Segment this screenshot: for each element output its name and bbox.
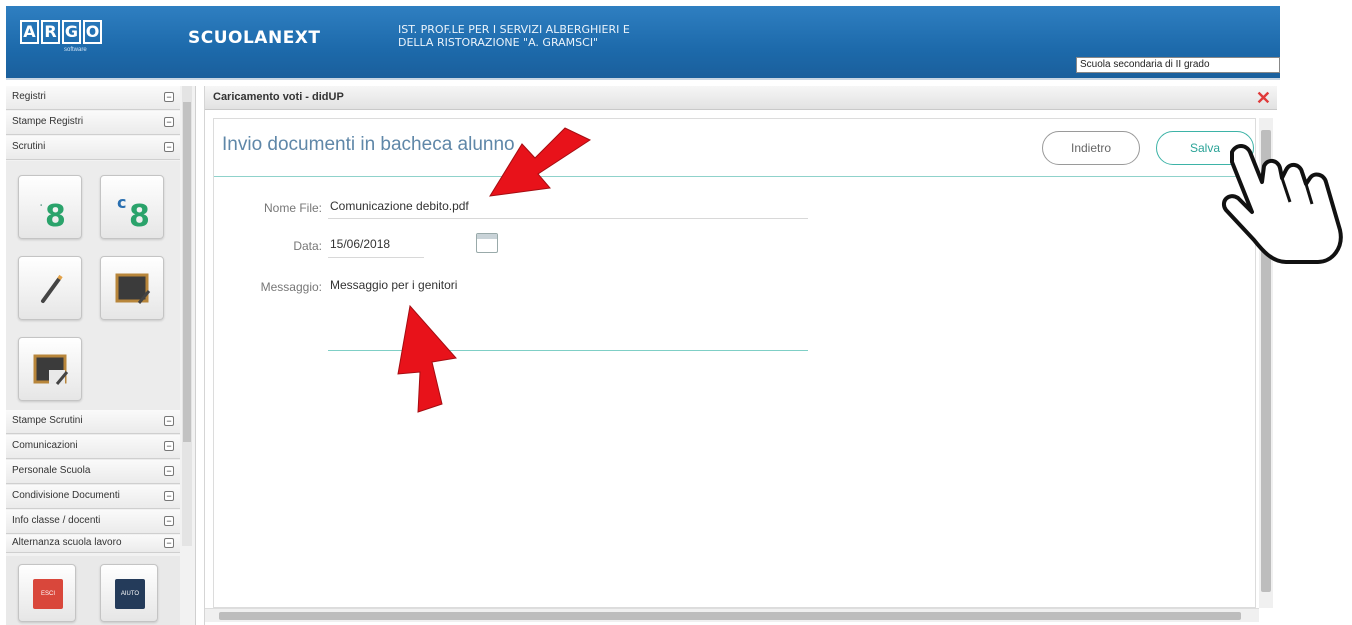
collapse-icon[interactable]: − — [164, 92, 174, 102]
collapse-icon[interactable]: − — [164, 416, 174, 426]
panel-title-bar: Caricamento voti - didUP ✕ — [205, 86, 1277, 110]
logo-subtitle: software — [64, 47, 87, 53]
sidebar-item-label: Stampe Registri — [12, 116, 84, 127]
svg-text:c: c — [117, 193, 126, 212]
panel-title: Caricamento voti - didUP — [213, 91, 344, 103]
logo-letter: R — [41, 20, 60, 44]
sidebar-item-label: Scrutini — [12, 141, 46, 152]
app-window: A R G O software SCUOLANEXT IST. PROF.LE… — [0, 0, 1352, 625]
tabellone-tile[interactable] — [100, 256, 164, 320]
sidebar-item-label: Info classe / docenti — [12, 515, 101, 526]
sidebar-item-stampe-registri[interactable]: Stampe Registri − — [6, 111, 180, 135]
school-name: IST. PROF.LE PER I SERVIZI ALBERGHIERI E… — [398, 23, 630, 49]
board-edit-icon — [33, 354, 69, 385]
document-form: Invio documenti in bacheca alunno Indiet… — [213, 118, 1256, 608]
scrollbar-thumb[interactable] — [219, 612, 1241, 620]
collapse-icon[interactable]: − — [164, 491, 174, 501]
board-edit-icon — [115, 273, 151, 304]
sidebar: Registri − Stampe Registri − Scrutini − … — [6, 86, 196, 625]
exit-icon: ESCI — [33, 579, 63, 609]
svg-text:.: . — [39, 194, 43, 210]
calendar-icon[interactable] — [476, 233, 498, 253]
voti-finali-tile[interactable]: c 8 — [100, 175, 164, 239]
sidebar-item-info-classe[interactable]: Info classe / docenti − — [6, 510, 180, 534]
sidebar-item-stampe-scrutini[interactable]: Stampe Scrutini − — [6, 410, 180, 434]
school-name-line1: IST. PROF.LE PER I SERVIZI ALBERGHIERI E — [398, 23, 630, 36]
tile-digit: 8 — [45, 199, 66, 234]
sidebar-item-registri[interactable]: Registri − — [6, 86, 180, 110]
date-label: Data: — [293, 239, 322, 253]
school-name-line2: DELLA RISTORAZIONE "A. GRAMSCI" — [398, 36, 599, 49]
esci-button[interactable]: ESCI — [18, 564, 76, 622]
sidebar-item-label: Condivisione Documenti — [12, 490, 120, 501]
content-vertical-scrollbar[interactable] — [1259, 118, 1273, 608]
message-underline — [328, 350, 808, 351]
scrollbar-thumb[interactable] — [183, 102, 191, 442]
pencil-icon — [41, 274, 63, 303]
collapse-icon[interactable]: − — [164, 466, 174, 476]
top-header: A R G O software SCUOLANEXT IST. PROF.LE… — [6, 6, 1280, 80]
collapse-icon[interactable]: − — [164, 516, 174, 526]
message-label: Messaggio: — [260, 280, 322, 294]
aiuto-button[interactable]: AIUTO — [100, 564, 158, 622]
sidebar-item-comunicazioni[interactable]: Comunicazioni − — [6, 435, 180, 459]
sidebar-item-condivisione-documenti[interactable]: Condivisione Documenti − — [6, 485, 180, 509]
date-field[interactable]: 15/06/2018 — [330, 237, 390, 251]
sidebar-item-label: Registri — [12, 91, 46, 102]
collapse-icon[interactable]: − — [164, 142, 174, 152]
filename-underline — [328, 218, 808, 219]
sidebar-bottom-icons: ESCI AIUTO — [6, 556, 180, 625]
sidebar-item-personale-scuola[interactable]: Personale Scuola − — [6, 460, 180, 484]
sidebar-scrollbar[interactable] — [182, 86, 192, 546]
logo-letter: G — [62, 20, 81, 44]
grade-eight-c-icon: c 8 — [117, 193, 150, 234]
sidebar-item-scrutini[interactable]: Scrutini − — [6, 136, 180, 160]
collapse-icon[interactable]: − — [164, 117, 174, 127]
save-button[interactable]: Salva — [1156, 131, 1254, 165]
collapse-icon[interactable]: − — [164, 441, 174, 451]
giudizi-tile[interactable] — [18, 256, 82, 320]
filename-field[interactable]: Comunicazione debito.pdf — [330, 199, 469, 213]
app-name: SCUOLANEXT — [188, 28, 321, 48]
grade-eight-icon: . 8 — [39, 194, 66, 234]
tile-digit: 8 — [129, 199, 150, 234]
logo-letter: O — [83, 20, 102, 44]
school-type-select[interactable]: Scuola secondaria di II grado — [1076, 57, 1280, 73]
message-textarea[interactable]: Messaggio per i genitori — [330, 278, 457, 292]
sidebar-item-label: Personale Scuola — [12, 465, 91, 476]
form-header: Invio documenti in bacheca alunno Indiet… — [214, 119, 1255, 177]
page-title: Invio documenti in bacheca alunno — [222, 134, 515, 155]
help-icon: AIUTO — [115, 579, 145, 609]
filename-label: Nome File: — [263, 201, 322, 215]
sidebar-item-label: Stampe Scrutini — [12, 415, 83, 426]
verbali-tile[interactable] — [18, 337, 82, 401]
content-horizontal-scrollbar[interactable] — [205, 608, 1259, 622]
argo-logo: A R G O — [20, 20, 102, 44]
back-button[interactable]: Indietro — [1042, 131, 1140, 165]
sidebar-item-alternanza[interactable]: Alternanza scuola lavoro − — [6, 535, 180, 553]
logo-letter: A — [20, 20, 39, 44]
main-panel: Caricamento voti - didUP ✕ Invio documen… — [204, 86, 1277, 625]
close-icon[interactable]: ✕ — [1256, 87, 1271, 109]
collapse-icon[interactable]: − — [164, 538, 174, 548]
sidebar-item-label: Comunicazioni — [12, 440, 78, 451]
scrollbar-thumb[interactable] — [1261, 130, 1271, 592]
sidebar-item-label: Alternanza scuola lavoro — [12, 537, 122, 548]
date-underline — [328, 257, 424, 258]
voti-proposti-tile[interactable]: . 8 — [18, 175, 82, 239]
